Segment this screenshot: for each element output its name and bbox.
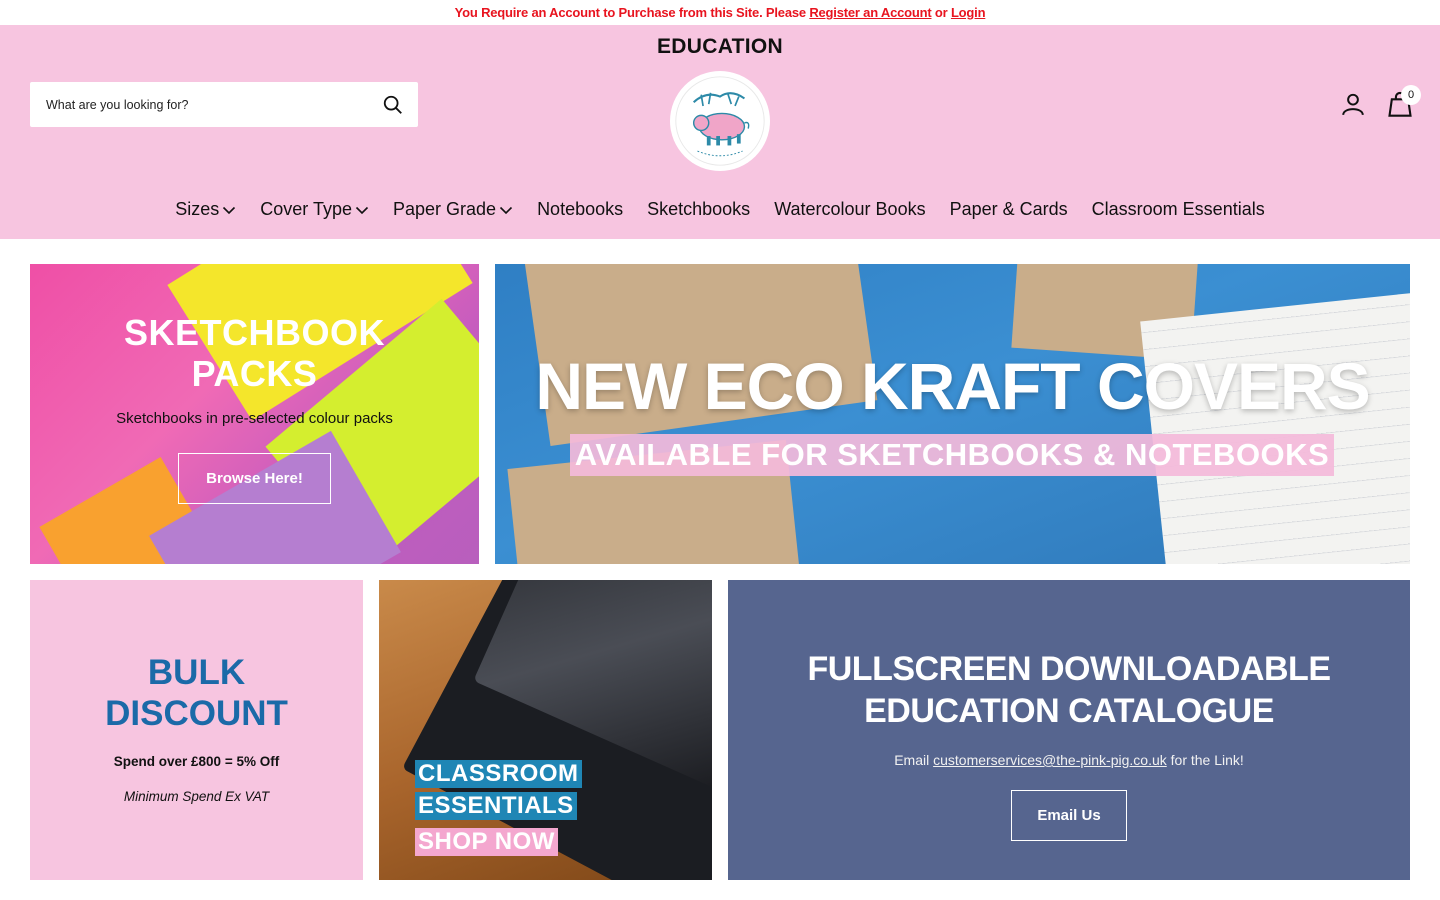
bulk-offer-text: Spend over £800 = 5% Off: [113, 754, 280, 769]
search-input[interactable]: [30, 82, 368, 127]
announcement-or: or: [934, 5, 948, 20]
title-line: FULLSCREEN DOWNLOADABLE: [807, 650, 1331, 688]
email-link[interactable]: customerservices@the-pink-pig.co.uk: [933, 752, 1167, 768]
sketchbook-subtitle: Sketchbooks in pre-selected colour packs: [116, 410, 393, 427]
page-title: EDUCATION: [657, 35, 783, 58]
bulk-discount-tile[interactable]: BULK DISCOUNT Spend over £800 = 5% Off M…: [30, 580, 363, 880]
sketchbook-content: SKETCHBOOK PACKS Sketchbooks in pre-sele…: [30, 312, 479, 504]
catalogue-title: FULLSCREEN DOWNLOADABLE EDUCATION CATALO…: [728, 648, 1410, 732]
classroom-essentials-tile[interactable]: CLASSROOM ESSENTIALS SHOP NOW: [379, 580, 712, 880]
nav-label: Paper & Cards: [949, 199, 1068, 219]
title-line: EDUCATION CATALOGUE: [864, 692, 1274, 730]
nav-item-classroom-essentials[interactable]: Classroom Essentials: [1092, 199, 1265, 220]
search-bar: [30, 82, 418, 127]
nav-item-watercolour-books[interactable]: Watercolour Books: [774, 199, 925, 220]
nav-item-paper-cards[interactable]: Paper & Cards: [950, 199, 1068, 220]
eco-kraft-covers-tile[interactable]: NEW ECO KRAFT COVERS AVAILABLE FOR SKETC…: [495, 264, 1410, 564]
bulk-title: BULK DISCOUNT: [30, 652, 363, 734]
pink-pig-logo[interactable]: [670, 71, 770, 171]
title-line: SKETCHBOOK: [123, 312, 385, 353]
classroom-label: CLASSROOM: [415, 760, 582, 788]
title-line: BULK: [147, 653, 246, 692]
catalogue-text: Email customerservices@the-pink-pig.co.u…: [728, 752, 1410, 768]
account-icon[interactable]: [1340, 91, 1366, 117]
main-nav: Sizes Cover Type Paper Grade Notebooks S…: [0, 199, 1440, 220]
search-button[interactable]: [368, 82, 418, 127]
title-line: DISCOUNT: [105, 694, 288, 733]
catalogue-text-prefix: Email: [894, 752, 930, 768]
catalogue-text-suffix: for the Link!: [1170, 752, 1244, 768]
pig-logo-icon: [675, 76, 765, 166]
chevron-down-icon: [499, 206, 513, 214]
shop-now-label[interactable]: SHOP NOW: [415, 828, 558, 856]
nav-item-paper-grade[interactable]: Paper Grade: [393, 199, 513, 220]
nav-item-notebooks[interactable]: Notebooks: [537, 199, 623, 220]
announcement-bar: You Require an Account to Purchase from …: [0, 0, 1440, 25]
nav-label: Notebooks: [537, 199, 624, 219]
site-header: EDUCATION 0: [0, 25, 1440, 239]
nav-label: Sketchbooks: [647, 199, 751, 219]
cart-count-badge: 0: [1401, 85, 1421, 105]
eco-title: NEW ECO KRAFT COVERS: [535, 349, 1370, 423]
login-link[interactable]: Login: [951, 5, 986, 20]
bulk-note-text: Minimum Spend Ex VAT: [123, 789, 270, 804]
lined-paper: [1140, 288, 1410, 564]
email-us-button[interactable]: Email Us: [1011, 790, 1127, 841]
nav-label: Watercolour Books: [774, 199, 926, 219]
catalogue-tile: FULLSCREEN DOWNLOADABLE EDUCATION CATALO…: [728, 580, 1410, 880]
chevron-down-icon: [223, 206, 236, 214]
title-line: PACKS: [191, 353, 318, 394]
nav-label: Paper Grade: [393, 199, 497, 219]
nav-item-sizes[interactable]: Sizes: [175, 199, 236, 220]
chevron-down-icon: [355, 206, 369, 214]
search-icon: [383, 95, 402, 114]
nav-label: Classroom Essentials: [1091, 199, 1265, 219]
essentials-label: ESSENTIALS: [415, 792, 577, 820]
nav-label: Sizes: [175, 199, 220, 219]
sketchbook-packs-tile[interactable]: SKETCHBOOK PACKS Sketchbooks in pre-sele…: [30, 264, 479, 564]
browse-here-button[interactable]: Browse Here!: [178, 453, 331, 504]
nav-item-sketchbooks[interactable]: Sketchbooks: [647, 199, 750, 220]
eco-subtitle: AVAILABLE FOR SKETCHBOOKS & NOTEBOOKS: [570, 434, 1334, 476]
announcement-text: You Require an Account to Purchase from …: [454, 5, 806, 20]
nav-item-cover-type[interactable]: Cover Type: [260, 199, 369, 220]
register-link[interactable]: Register an Account: [809, 5, 931, 20]
nav-label: Cover Type: [260, 199, 352, 219]
sketchbook-title: SKETCHBOOK PACKS: [30, 312, 479, 394]
